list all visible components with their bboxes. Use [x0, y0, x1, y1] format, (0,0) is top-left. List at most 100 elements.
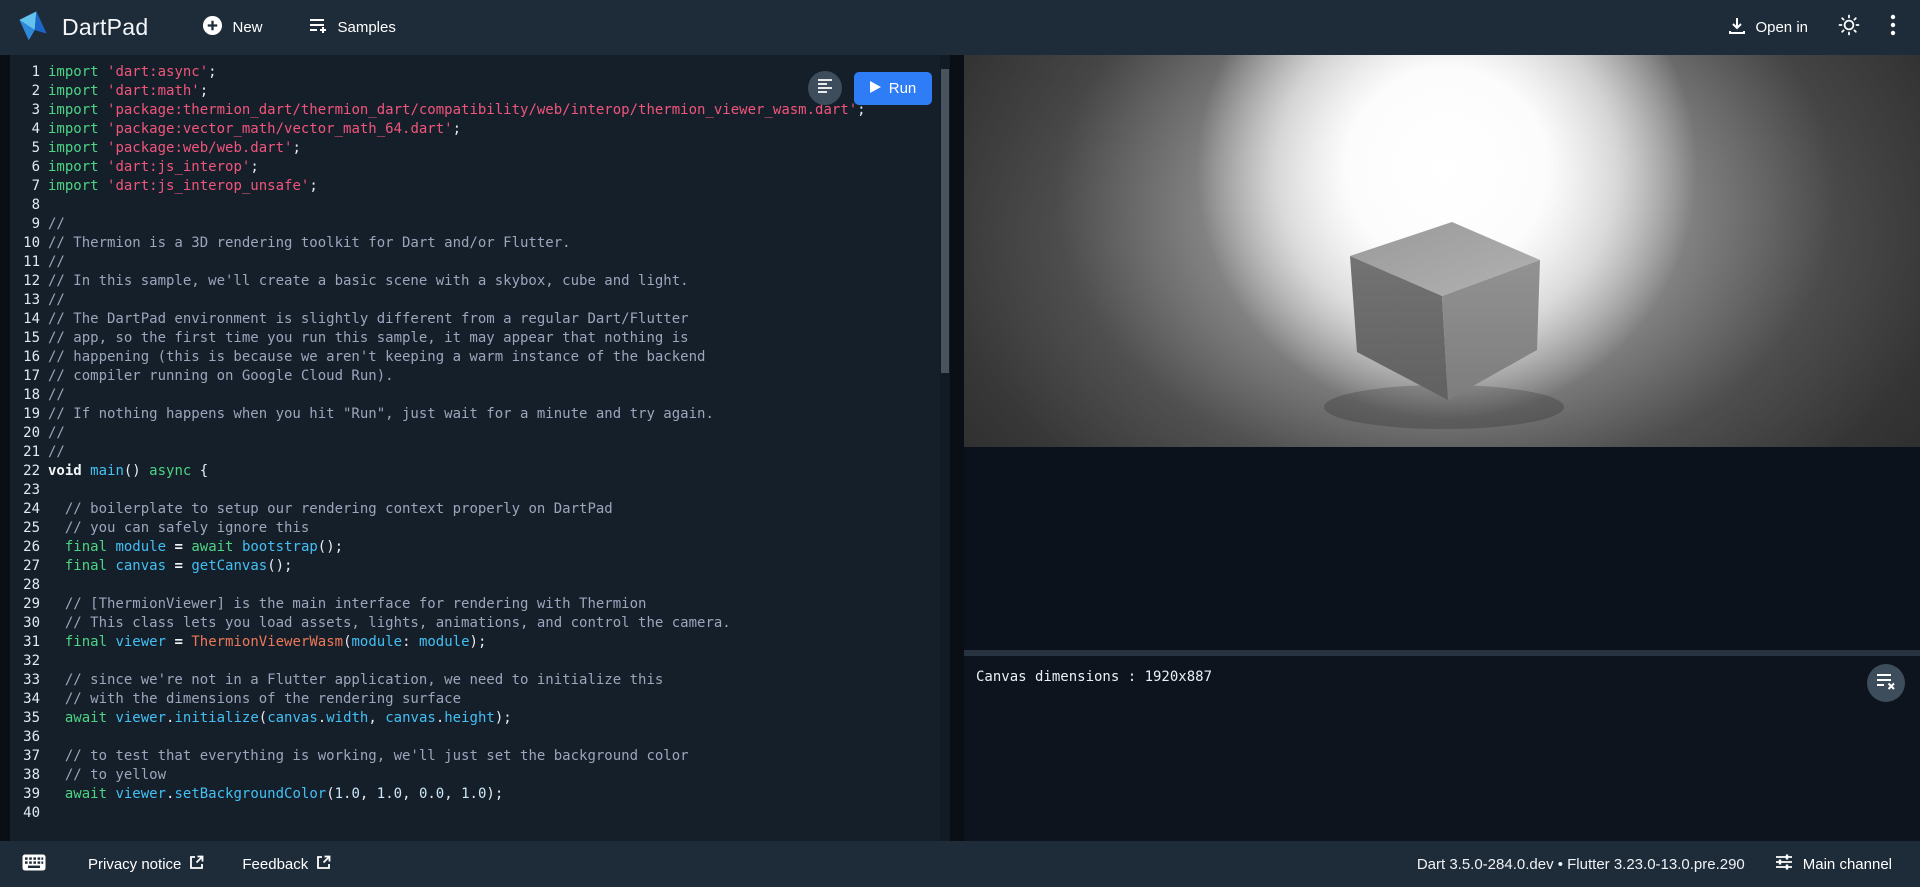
privacy-notice-link[interactable]: Privacy notice [88, 855, 204, 874]
code-line[interactable]: 36 [10, 728, 950, 747]
play-icon [870, 80, 881, 97]
theme-toggle-button[interactable] [1838, 14, 1860, 41]
code-line[interactable]: 6import 'dart:js_interop'; [10, 158, 950, 177]
code-line[interactable]: 24 // boilerplate to setup our rendering… [10, 500, 950, 519]
run-button-label: Run [889, 80, 917, 97]
line-number: 6 [10, 158, 40, 177]
render-viewport[interactable] [964, 55, 1920, 447]
line-number: 24 [10, 500, 40, 519]
format-code-button[interactable] [808, 71, 842, 105]
code-line[interactable]: 10// Thermion is a 3D rendering toolkit … [10, 234, 950, 253]
code-line[interactable]: 8 [10, 196, 950, 215]
new-button[interactable]: New [202, 15, 262, 40]
brightness-sun-icon [1838, 14, 1860, 41]
clear-console-button[interactable] [1867, 664, 1905, 702]
code-line[interactable]: 18// [10, 386, 950, 405]
code-line[interactable]: 9// [10, 215, 950, 234]
code-line[interactable]: 37 // to test that everything is working… [10, 747, 950, 766]
dartpad-logo-icon [16, 8, 50, 47]
line-number: 7 [10, 177, 40, 196]
code-line[interactable]: 14// The DartPad environment is slightly… [10, 310, 950, 329]
channel-selector-button[interactable]: Main channel [1775, 853, 1892, 875]
code-line[interactable]: 22void main() async { [10, 462, 950, 481]
code-line[interactable]: 31 final viewer = ThermionViewerWasm(mod… [10, 633, 950, 652]
code-line[interactable]: 25 // you can safely ignore this [10, 519, 950, 538]
tune-icon [1775, 853, 1793, 875]
line-number: 35 [10, 709, 40, 728]
keyboard-shortcuts-button[interactable] [22, 854, 46, 875]
code-line[interactable]: 33 // since we're not in a Flutter appli… [10, 671, 950, 690]
line-number: 25 [10, 519, 40, 538]
app-bar: DartPad New Samples Op [0, 0, 1920, 55]
line-number: 1 [10, 63, 40, 82]
panel-splitter[interactable] [950, 55, 964, 841]
line-number: 29 [10, 595, 40, 614]
line-number: 15 [10, 329, 40, 348]
code-line[interactable]: 30 // This class lets you load assets, l… [10, 614, 950, 633]
plus-circle-icon [202, 15, 223, 40]
code-line[interactable]: 28 [10, 576, 950, 595]
run-button[interactable]: Run [854, 72, 932, 105]
overflow-menu-button[interactable] [1890, 14, 1896, 41]
code-line[interactable]: 29 // [ThermionViewer] is the main inter… [10, 595, 950, 614]
code-line[interactable]: 12// In this sample, we'll create a basi… [10, 272, 950, 291]
open-in-label: Open in [1755, 19, 1808, 36]
code-line[interactable]: 39 await viewer.setBackgroundColor(1.0, … [10, 785, 950, 804]
code-line[interactable]: 21// [10, 443, 950, 462]
download-icon [1728, 17, 1746, 39]
feedback-link[interactable]: Feedback [242, 855, 331, 874]
open-in-new-icon [316, 855, 331, 874]
line-number: 14 [10, 310, 40, 329]
code-line[interactable]: 13// [10, 291, 950, 310]
line-number: 8 [10, 196, 40, 215]
line-number: 40 [10, 804, 40, 823]
code-line[interactable]: 11// [10, 253, 950, 272]
line-number: 26 [10, 538, 40, 557]
brand: DartPad [16, 8, 148, 47]
editor-scrollbar[interactable] [940, 55, 950, 841]
code-line[interactable]: 23 [10, 481, 950, 500]
code-line[interactable]: 32 [10, 652, 950, 671]
code-line[interactable]: 17// compiler running on Google Cloud Ru… [10, 367, 950, 386]
line-number: 9 [10, 215, 40, 234]
code-line[interactable]: 19// If nothing happens when you hit "Ru… [10, 405, 950, 424]
line-number: 22 [10, 462, 40, 481]
code-line[interactable]: 26 final module = await bootstrap(); [10, 538, 950, 557]
open-in-new-icon [189, 855, 204, 874]
line-number: 4 [10, 120, 40, 139]
code-line[interactable]: 4import 'package:vector_math/vector_math… [10, 120, 950, 139]
code-line[interactable]: 38 // to yellow [10, 766, 950, 785]
editor-scrollbar-thumb[interactable] [941, 69, 949, 373]
samples-button[interactable]: Samples [309, 17, 396, 39]
line-number: 13 [10, 291, 40, 310]
line-number: 11 [10, 253, 40, 272]
line-number: 30 [10, 614, 40, 633]
line-number: 37 [10, 747, 40, 766]
console-output: Canvas dimensions : 1920x887 [964, 656, 1920, 698]
line-number: 5 [10, 139, 40, 158]
code-line[interactable]: 5import 'package:web/web.dart'; [10, 139, 950, 158]
line-number: 17 [10, 367, 40, 386]
line-number: 18 [10, 386, 40, 405]
line-number: 38 [10, 766, 40, 785]
code-lines[interactable]: 1import 'dart:async';2import 'dart:math'… [10, 55, 950, 841]
code-line[interactable]: 15// app, so the first time you run this… [10, 329, 950, 348]
line-number: 12 [10, 272, 40, 291]
code-line[interactable]: 34 // with the dimensions of the renderi… [10, 690, 950, 709]
line-number: 21 [10, 443, 40, 462]
playlist-add-icon [309, 17, 329, 39]
code-editor-panel: 1import 'dart:async';2import 'dart:math'… [10, 55, 950, 841]
code-line[interactable]: 16// happening (this is because we aren'… [10, 348, 950, 367]
line-number: 31 [10, 633, 40, 652]
line-number: 39 [10, 785, 40, 804]
code-line[interactable]: 3import 'package:thermion_dart/thermion_… [10, 101, 950, 120]
code-line[interactable]: 27 final canvas = getCanvas(); [10, 557, 950, 576]
code-line[interactable]: 20// [10, 424, 950, 443]
version-info: Dart 3.5.0-284.0.dev • Flutter 3.23.0-13… [1417, 856, 1745, 873]
code-line[interactable]: 7import 'dart:js_interop_unsafe'; [10, 177, 950, 196]
render-section [964, 55, 1920, 650]
code-line[interactable]: 40 [10, 804, 950, 823]
code-line[interactable]: 35 await viewer.initialize(canvas.width,… [10, 709, 950, 728]
open-in-button[interactable]: Open in [1728, 17, 1808, 39]
privacy-notice-label: Privacy notice [88, 856, 181, 873]
